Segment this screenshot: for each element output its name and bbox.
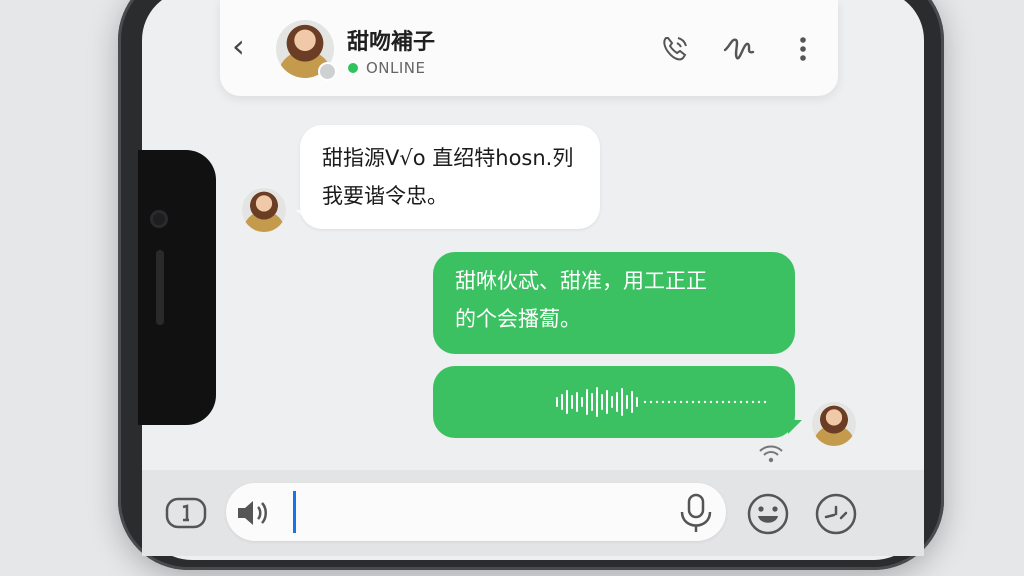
contact-name: 甜吻補子 xyxy=(347,30,436,55)
bubble-tail xyxy=(788,420,802,434)
text-caret xyxy=(293,491,296,533)
notch-bar xyxy=(156,250,164,325)
message-input[interactable] xyxy=(300,490,664,536)
wifi-icon xyxy=(759,445,783,463)
online-status: ONLINE xyxy=(366,59,426,77)
avatar-status-dot xyxy=(318,62,337,81)
message-line: 我要谐令忠。 xyxy=(322,184,448,208)
incoming-avatar[interactable] xyxy=(242,188,286,232)
message-line: 甜咻伙忒、甜准，用工正正 xyxy=(455,269,707,293)
more-emoji-icon[interactable] xyxy=(814,492,858,536)
online-indicator xyxy=(348,63,358,73)
back-chevron-icon[interactable]: ‹ xyxy=(232,30,245,62)
message-line: 甜指源V√o 直绍特hosn.列 xyxy=(322,146,574,170)
scribble-icon[interactable] xyxy=(722,32,756,66)
voice-call-icon[interactable] xyxy=(658,32,692,66)
chat-header: ‹ 甜吻補子 ONLINE xyxy=(220,0,838,96)
audio-waveform-icon[interactable] xyxy=(555,386,775,418)
message-line: 的个会播蔔。 xyxy=(455,307,581,331)
phone-notch xyxy=(138,150,216,425)
emoji-icon[interactable] xyxy=(746,492,790,536)
incoming-message-bubble[interactable]: 甜指源V√o 直绍特hosn.列 我要谐令忠。 xyxy=(300,125,600,229)
outgoing-message-bubble[interactable]: 甜咻伙忒、甜准，用工正正 的个会播蔔。 xyxy=(433,252,795,354)
microphone-icon[interactable] xyxy=(676,492,716,534)
camera-icon xyxy=(150,210,168,228)
sticker-icon[interactable] xyxy=(164,494,208,532)
speaker-icon[interactable] xyxy=(234,496,270,530)
more-vertical-icon[interactable] xyxy=(786,32,820,66)
outgoing-avatar[interactable] xyxy=(812,402,856,446)
